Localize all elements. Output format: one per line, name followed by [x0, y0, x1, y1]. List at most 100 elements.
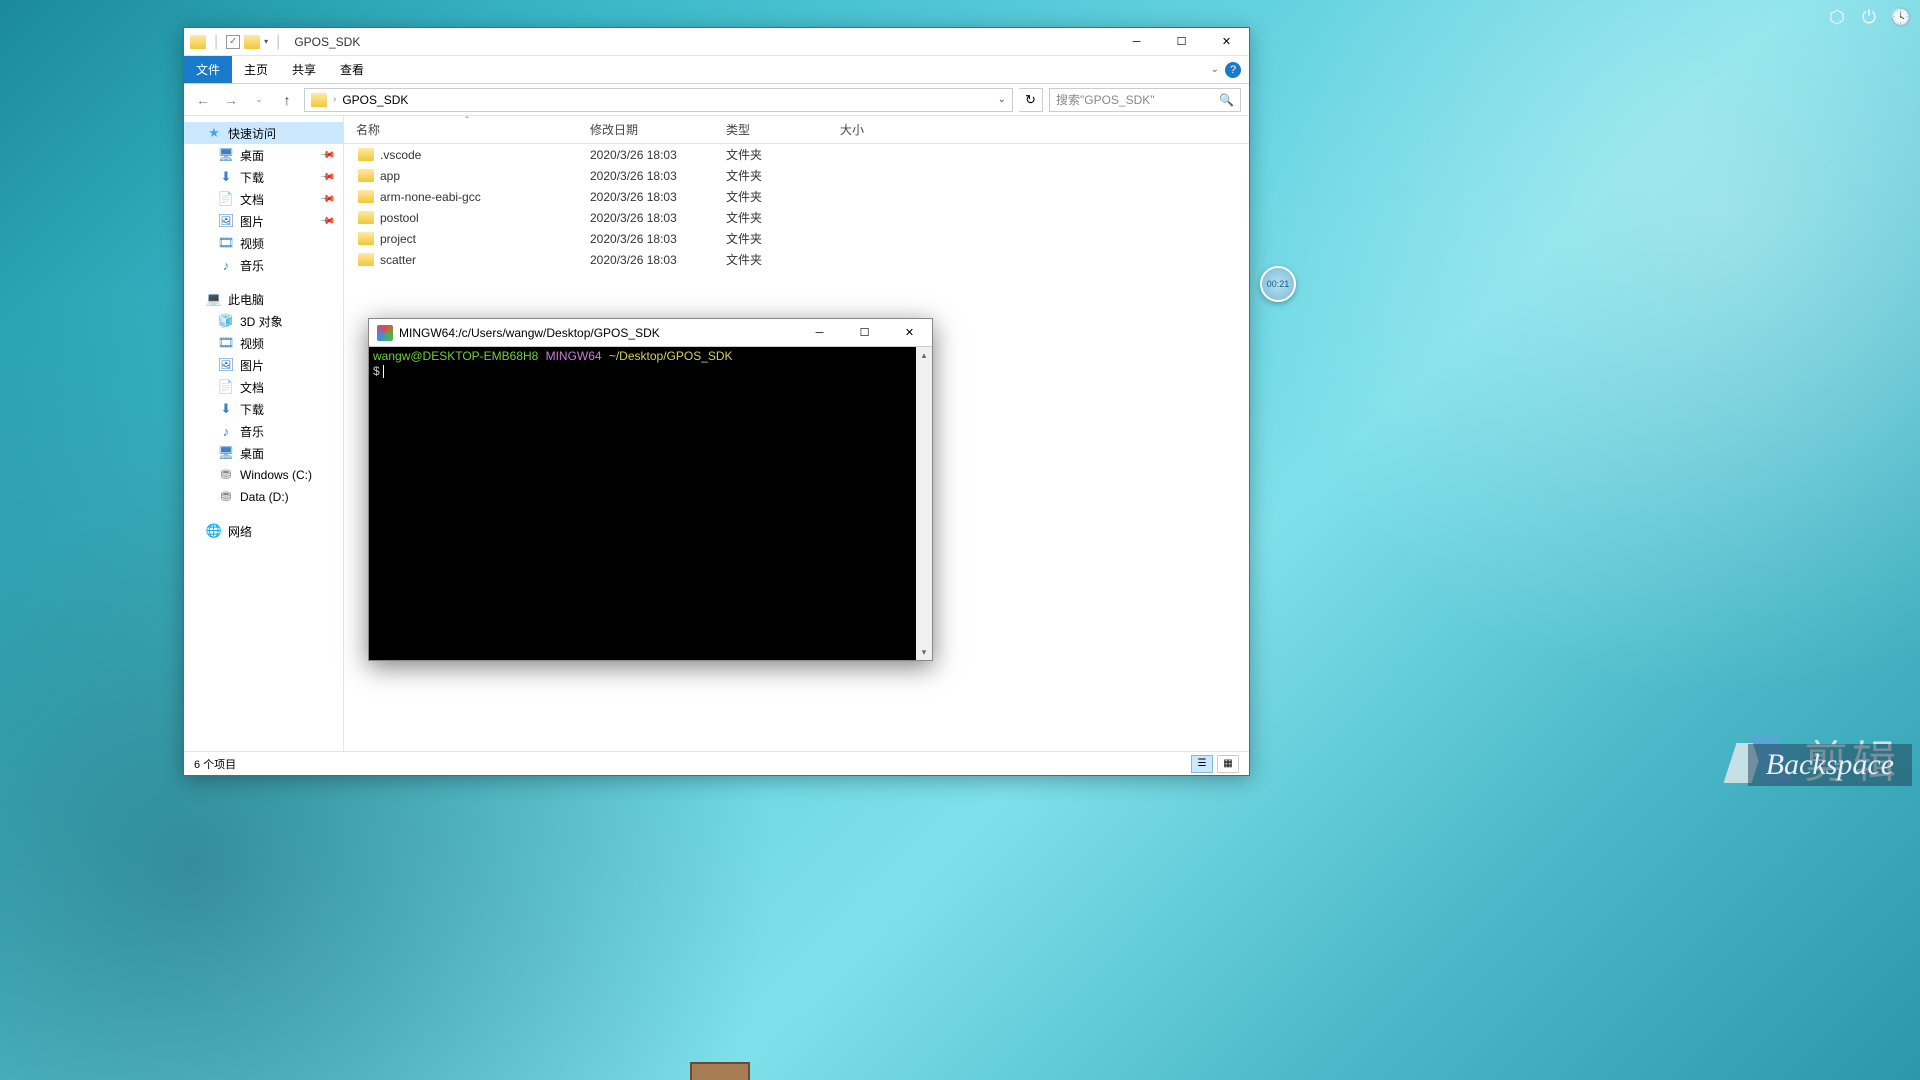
close-button[interactable]: ✕ [1204, 28, 1249, 56]
folder-icon [358, 190, 374, 203]
cursor [383, 365, 384, 378]
video-icon: 🎞 [218, 335, 234, 351]
clock-icon[interactable]: 🕓 [1890, 6, 1912, 28]
mingw-icon [377, 325, 393, 341]
nav-ddrive[interactable]: ⛃ Data (D:) [184, 486, 343, 508]
file-date: 2020/3/26 18:03 [590, 190, 726, 204]
nav-quick-access[interactable]: ★ 快速访问 [184, 122, 343, 144]
sort-asc-icon: ⌃ [464, 116, 471, 124]
forward-button[interactable]: → [220, 89, 242, 111]
recording-timer[interactable]: 00:21 [1260, 266, 1296, 302]
minimize-button[interactable]: ─ [1114, 28, 1159, 56]
file-name: project [380, 232, 416, 246]
col-size-header[interactable]: 大小 [840, 121, 930, 138]
tab-file[interactable]: 文件 [184, 56, 232, 83]
file-row[interactable]: postool2020/3/26 18:03文件夹 [344, 207, 1249, 228]
drive-icon: ⛃ [218, 489, 234, 505]
col-name-header[interactable]: 名称 ⌃ [344, 121, 590, 138]
star-icon: ★ [206, 125, 222, 141]
desktop-icon: 🖥 [218, 445, 234, 461]
nav-3dobjects[interactable]: 🧊 3D 对象 [184, 310, 343, 332]
navigation-pane: ★ 快速访问 🖥 桌面 📌 ⬇ 下载 📌 📄 文档 📌 [184, 116, 344, 751]
music-icon: ♪ [218, 423, 234, 439]
breadcrumb-current[interactable]: GPOS_SDK [342, 93, 408, 107]
file-row[interactable]: arm-none-eabi-gcc2020/3/26 18:03文件夹 [344, 186, 1249, 207]
shield-icon[interactable]: ⬡ [1826, 6, 1848, 28]
file-row[interactable]: project2020/3/26 18:03文件夹 [344, 228, 1249, 249]
tab-share[interactable]: 共享 [280, 56, 328, 83]
music-icon: ♪ [218, 257, 234, 273]
chevron-right-icon[interactable]: › [333, 94, 336, 105]
back-button[interactable]: ← [192, 89, 214, 111]
nav-music2[interactable]: ♪ 音乐 [184, 420, 343, 442]
refresh-button[interactable]: ↻ [1019, 88, 1043, 112]
qat-dropdown[interactable]: ▾ [264, 37, 268, 46]
nav-cdrive[interactable]: ⛃ Windows (C:) [184, 464, 343, 486]
folder-icon [311, 93, 327, 107]
icons-view-button[interactable]: ▦ [1217, 755, 1239, 773]
tab-view[interactable]: 查看 [328, 56, 376, 83]
nav-pictures2[interactable]: 🖼 图片 [184, 354, 343, 376]
up-button[interactable]: ↑ [276, 89, 298, 111]
nav-videos2[interactable]: 🎞 视频 [184, 332, 343, 354]
power-icon[interactable]: ⏻ [1858, 6, 1880, 28]
col-type-header[interactable]: 类型 [726, 121, 840, 138]
scroll-down-icon[interactable]: ▾ [916, 644, 932, 660]
nav-pictures[interactable]: 🖼 图片 📌 [184, 210, 343, 232]
help-icon[interactable]: ? [1225, 62, 1241, 78]
prompt-env: MINGW64 [546, 349, 602, 363]
scroll-up-icon[interactable]: ▴ [916, 347, 932, 363]
folder-icon [358, 169, 374, 182]
file-date: 2020/3/26 18:03 [590, 169, 726, 183]
nav-documents[interactable]: 📄 文档 📌 [184, 188, 343, 210]
close-button[interactable]: ✕ [887, 319, 932, 347]
file-date: 2020/3/26 18:03 [590, 211, 726, 225]
maximize-button[interactable]: ☐ [1159, 28, 1204, 56]
nav-music[interactable]: ♪ 音乐 [184, 254, 343, 276]
details-view-button[interactable]: ☰ [1191, 755, 1213, 773]
folder-icon [358, 148, 374, 161]
address-dropdown-icon[interactable]: ⌄ [998, 94, 1006, 105]
col-date-header[interactable]: 修改日期 [590, 121, 726, 138]
prompt-user: wangw@DESKTOP-EMB68H8 [373, 349, 538, 363]
document-icon: 📄 [218, 191, 234, 207]
minimize-button[interactable]: ─ [797, 319, 842, 347]
maximize-button[interactable]: ☐ [842, 319, 887, 347]
file-row[interactable]: app2020/3/26 18:03文件夹 [344, 165, 1249, 186]
file-row[interactable]: scatter2020/3/26 18:03文件夹 [344, 249, 1249, 270]
status-text: 6 个项目 [194, 756, 236, 772]
nav-videos[interactable]: 🎞 视频 [184, 232, 343, 254]
search-input[interactable]: 搜索"GPOS_SDK" 🔍 [1049, 88, 1241, 112]
terminal-output[interactable]: wangw@DESKTOP-EMB68H8 MINGW64 ~/Desktop/… [369, 347, 916, 660]
dock-fragment [690, 1062, 750, 1080]
prompt-symbol: $ [373, 364, 383, 378]
file-row[interactable]: .vscode2020/3/26 18:03文件夹 [344, 144, 1249, 165]
titlebar-left: | ✓ ▾ | GPOS_SDK [184, 33, 360, 51]
column-headers: 名称 ⌃ 修改日期 类型 大小 [344, 116, 1249, 144]
picture-icon: 🖼 [218, 213, 234, 229]
file-type: 文件夹 [726, 251, 840, 268]
file-name: postool [380, 211, 419, 225]
terminal-scrollbar[interactable]: ▴ ▾ [916, 347, 932, 660]
folder-icon [190, 35, 206, 49]
search-placeholder: 搜索"GPOS_SDK" [1056, 91, 1155, 108]
nav-desktop[interactable]: 🖥 桌面 📌 [184, 144, 343, 166]
file-date: 2020/3/26 18:03 [590, 148, 726, 162]
properties-check-icon[interactable]: ✓ [226, 35, 240, 49]
nav-downloads[interactable]: ⬇ 下载 📌 [184, 166, 343, 188]
explorer-titlebar[interactable]: | ✓ ▾ | GPOS_SDK ─ ☐ ✕ [184, 28, 1249, 56]
file-type: 文件夹 [726, 146, 840, 163]
nav-downloads2[interactable]: ⬇ 下载 [184, 398, 343, 420]
address-bar[interactable]: › GPOS_SDK ⌄ [304, 88, 1013, 112]
nav-thispc[interactable]: 💻 此电脑 [184, 288, 343, 310]
ribbon-collapse-icon[interactable]: ⌄ [1211, 64, 1219, 75]
nav-desktop2[interactable]: 🖥 桌面 [184, 442, 343, 464]
folder-icon [358, 232, 374, 245]
nav-network[interactable]: 🌐 网络 [184, 520, 343, 542]
tab-home[interactable]: 主页 [232, 56, 280, 83]
terminal-titlebar[interactable]: MINGW64:/c/Users/wangw/Desktop/GPOS_SDK … [369, 319, 932, 347]
window-title: GPOS_SDK [294, 35, 360, 49]
search-icon[interactable]: 🔍 [1219, 93, 1234, 107]
nav-documents2[interactable]: 📄 文档 [184, 376, 343, 398]
recent-dropdown[interactable]: ⌄ [248, 89, 270, 111]
